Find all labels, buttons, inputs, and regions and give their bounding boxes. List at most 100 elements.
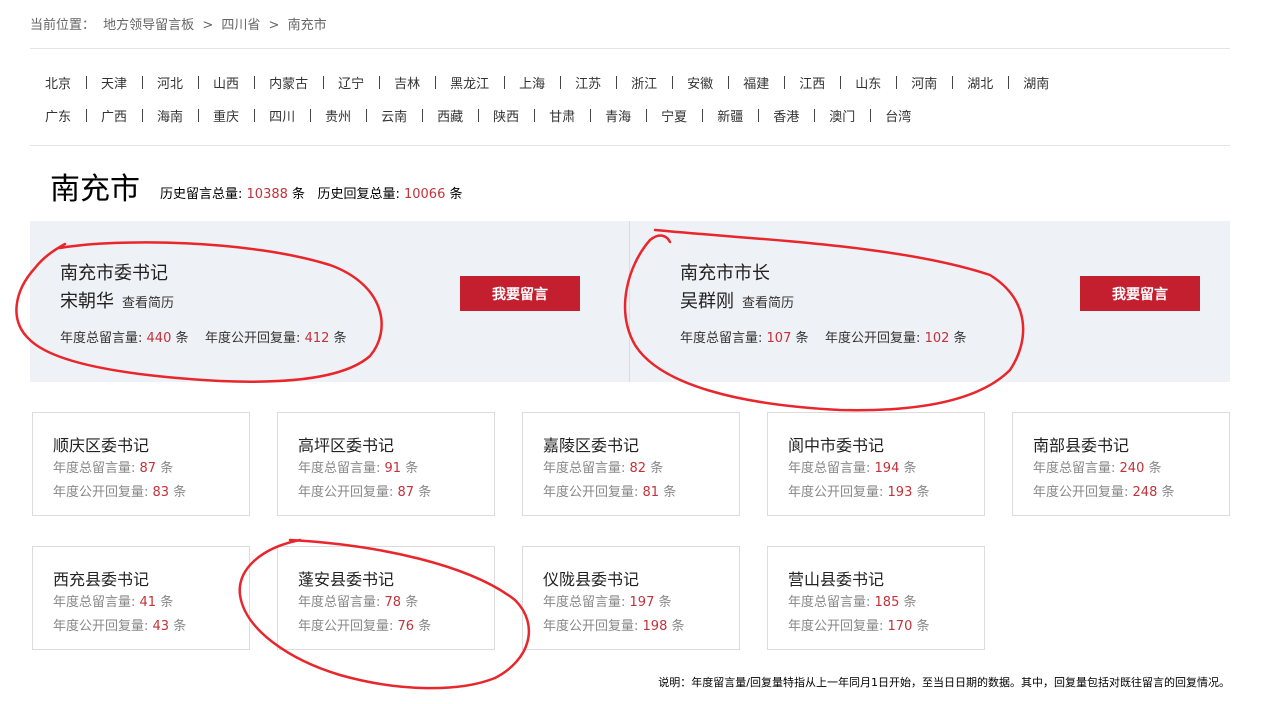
reply-value: 83 (152, 485, 170, 500)
region-link[interactable]: 天津 (86, 73, 144, 92)
unit-label: 条 (658, 595, 672, 610)
region-link[interactable]: 广东 (30, 106, 88, 125)
leader-name-text[interactable]: 吴群刚 (680, 291, 734, 312)
page-title: 南充市 (50, 172, 140, 207)
district-card[interactable]: 顺庆区委书记 年度总留言量: 87 条年度公开回复量: 83 条 (32, 412, 250, 516)
district-card[interactable]: 蓬安县委书记 年度总留言量: 78 条年度公开回复量: 76 条 (277, 546, 495, 650)
reply-label: 年度公开回复量: (788, 485, 884, 500)
unit-label: 条 (449, 187, 463, 202)
total-label: 年度总留言量: (680, 331, 763, 346)
card-total-line: 年度总留言量: 82 条 (543, 457, 663, 476)
region-link[interactable]: 河南 (896, 73, 954, 92)
total-value: 91 (384, 461, 402, 476)
region-link[interactable]: 江西 (784, 73, 842, 92)
leader-title[interactable]: 南充市市长 (680, 259, 770, 285)
region-link[interactable]: 重庆 (198, 106, 256, 125)
card-title[interactable]: 南部县委书记 (1033, 432, 1129, 456)
total-label: 年度总留言量: (543, 595, 626, 610)
card-reply-line: 年度公开回复量: 83 条 (53, 481, 186, 500)
region-link[interactable]: 海南 (142, 106, 200, 125)
total-value: 78 (384, 595, 402, 610)
card-title[interactable]: 顺庆区委书记 (53, 432, 149, 456)
breadcrumb-separator: > (268, 18, 280, 33)
region-link[interactable]: 山东 (840, 73, 898, 92)
region-link[interactable]: 吉林 (379, 73, 437, 92)
region-link[interactable]: 香港 (758, 106, 816, 125)
region-link[interactable]: 安徽 (672, 73, 730, 92)
breadcrumb-item-board[interactable]: 地方领导留言板 (103, 18, 194, 33)
history-total-value: 10388 (246, 187, 288, 202)
card-title[interactable]: 阆中市委书记 (788, 432, 884, 456)
unit-label: 条 (173, 485, 187, 500)
total-label: 年度总留言量: (788, 595, 871, 610)
unit-label: 条 (903, 461, 917, 476)
card-total-line: 年度总留言量: 91 条 (298, 457, 418, 476)
region-link[interactable]: 青海 (590, 106, 648, 125)
unit-label: 条 (953, 331, 967, 346)
region-link[interactable]: 湖北 (952, 73, 1010, 92)
view-resume-link[interactable]: 查看简历 (742, 296, 794, 311)
region-link[interactable]: 西藏 (422, 106, 480, 125)
region-link[interactable]: 云南 (366, 106, 424, 125)
unit-label: 条 (1161, 485, 1175, 500)
region-link[interactable]: 江苏 (560, 73, 618, 92)
card-title[interactable]: 嘉陵区委书记 (543, 432, 639, 456)
region-link[interactable]: 广西 (86, 106, 144, 125)
region-link[interactable]: 宁夏 (646, 106, 704, 125)
total-label: 年度总留言量: (298, 595, 381, 610)
region-link[interactable]: 福建 (728, 73, 786, 92)
region-link[interactable]: 河北 (142, 73, 200, 92)
region-link[interactable]: 新疆 (702, 106, 760, 125)
card-total-line: 年度总留言量: 41 条 (53, 591, 173, 610)
card-reply-line: 年度公开回复量: 198 条 (543, 615, 685, 634)
reply-label: 年度公开回复量: (298, 619, 394, 634)
region-link[interactable]: 上海 (504, 73, 562, 92)
district-card[interactable]: 南部县委书记 年度总留言量: 240 条年度公开回复量: 248 条 (1012, 412, 1230, 516)
card-title[interactable]: 高坪区委书记 (298, 432, 394, 456)
card-total-line: 年度总留言量: 87 条 (53, 457, 173, 476)
total-label: 年度总留言量: (53, 461, 136, 476)
region-link[interactable]: 黑龙江 (435, 73, 506, 92)
view-resume-link[interactable]: 查看简历 (122, 296, 174, 311)
reply-value: 102 (924, 331, 950, 346)
reply-label: 年度公开回复量: (543, 485, 639, 500)
region-link[interactable]: 四川 (254, 106, 312, 125)
region-link[interactable]: 山西 (198, 73, 256, 92)
district-card[interactable]: 嘉陵区委书记 年度总留言量: 82 条年度公开回复量: 81 条 (522, 412, 740, 516)
district-card[interactable]: 西充县委书记 年度总留言量: 41 条年度公开回复量: 43 条 (32, 546, 250, 650)
district-card[interactable]: 阆中市委书记 年度总留言量: 194 条年度公开回复量: 193 条 (767, 412, 985, 516)
region-link[interactable]: 甘肃 (534, 106, 592, 125)
district-card[interactable]: 营山县委书记 年度总留言量: 185 条年度公开回复量: 170 条 (767, 546, 985, 650)
region-link[interactable]: 贵州 (310, 106, 368, 125)
card-title[interactable]: 西充县委书记 (53, 566, 149, 590)
breadcrumb-prefix: 当前位置： (30, 18, 96, 33)
leader-name-text[interactable]: 宋朝华 (60, 291, 114, 312)
region-link[interactable]: 陕西 (478, 106, 536, 125)
unit-label: 条 (671, 619, 685, 634)
leader-stats: 年度总留言量: 440 条 年度公开回复量: 412 条 (60, 327, 347, 346)
breadcrumb-item-province[interactable]: 四川省 (221, 18, 260, 33)
region-link[interactable]: 内蒙古 (254, 73, 325, 92)
leader-divider (629, 221, 630, 382)
total-label: 年度总留言量: (1033, 461, 1116, 476)
card-reply-line: 年度公开回复量: 248 条 (1033, 481, 1175, 500)
region-row: 北京 天津 河北 山西 内蒙古 辽宁 吉林 黑龙江 上海 江苏 浙江 安徽 福建 江西 山东 河南 湖北 湖南 (30, 66, 1230, 99)
leave-message-button[interactable]: 我要留言 (1080, 276, 1200, 311)
region-link[interactable]: 澳门 (814, 106, 872, 125)
district-card[interactable]: 高坪区委书记 年度总留言量: 91 条年度公开回复量: 87 条 (277, 412, 495, 516)
region-link[interactable]: 辽宁 (323, 73, 381, 92)
region-link[interactable]: 台湾 (870, 106, 926, 125)
region-link[interactable]: 北京 (30, 73, 88, 92)
card-title[interactable]: 蓬安县委书记 (298, 566, 394, 590)
reply-label: 年度公开回复量: (53, 619, 149, 634)
total-value: 194 (874, 461, 900, 476)
card-title[interactable]: 仪陇县委书记 (543, 566, 639, 590)
leader-title[interactable]: 南充市委书记 (60, 259, 168, 285)
card-title[interactable]: 营山县委书记 (788, 566, 884, 590)
leave-message-button[interactable]: 我要留言 (460, 276, 580, 311)
card-total-line: 年度总留言量: 78 条 (298, 591, 418, 610)
region-link[interactable]: 浙江 (616, 73, 674, 92)
region-link[interactable]: 湖南 (1008, 73, 1064, 92)
district-card[interactable]: 仪陇县委书记 年度总留言量: 197 条年度公开回复量: 198 条 (522, 546, 740, 650)
card-total-line: 年度总留言量: 197 条 (543, 591, 672, 610)
